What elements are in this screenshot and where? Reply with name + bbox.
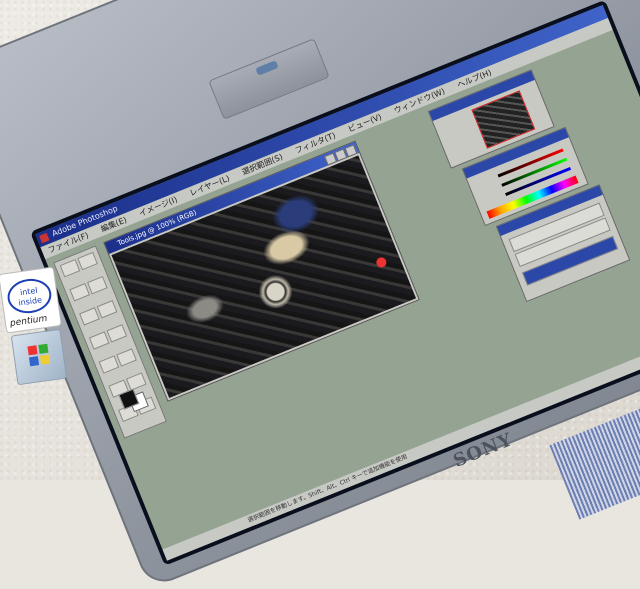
move-tool-icon[interactable] <box>77 251 98 271</box>
gradient-tool-icon[interactable] <box>116 348 137 367</box>
intel-sticker: intel inside pentium <box>0 266 62 334</box>
crop-tool-icon[interactable] <box>79 307 100 326</box>
stamp-tool-icon[interactable] <box>106 324 128 343</box>
intel-logo: intel inside <box>5 276 54 316</box>
photoshop-icon <box>39 232 50 244</box>
brush-tool-icon[interactable] <box>88 331 110 350</box>
marquee-tool-icon[interactable] <box>59 258 81 278</box>
windows-sticker <box>10 328 68 386</box>
lasso-tool-icon[interactable] <box>69 283 91 302</box>
magic-wand-tool-icon[interactable] <box>86 275 108 295</box>
intel-pentium-label: pentium <box>9 313 48 329</box>
type-tool-icon[interactable] <box>125 372 147 391</box>
windows-flag-icon <box>27 343 51 367</box>
eraser-tool-icon[interactable] <box>98 355 120 374</box>
slice-tool-icon[interactable] <box>96 300 118 319</box>
